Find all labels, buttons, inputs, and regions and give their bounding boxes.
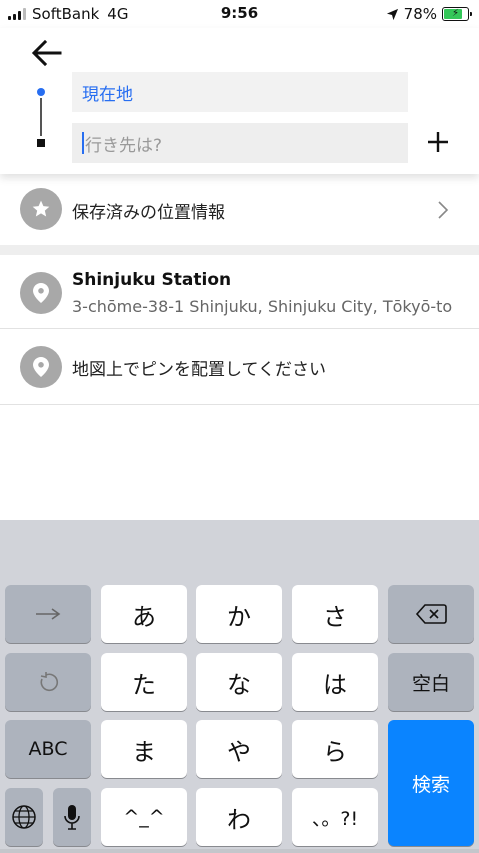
key-globe[interactable] [5, 788, 43, 846]
destination-square-icon [37, 139, 45, 147]
destination-placeholder: 行き先は? [85, 135, 163, 156]
set-pin-row[interactable]: 地図上でピンを配置してください [0, 329, 479, 405]
arrow-right-icon [36, 608, 61, 620]
key-ha[interactable]: は [292, 653, 378, 711]
japanese-keyboard: あ か さ た な は 空白 ABC ま や ら 検索 ^_^ わ 、。?! [0, 520, 479, 853]
key-na[interactable]: な [196, 653, 282, 711]
key-ya[interactable]: や [196, 720, 282, 778]
keyboard-bottom-edge [0, 849, 479, 853]
suggestion-address: 3-chōme-38-1 Shinjuku, Shinjuku City, Tō… [72, 297, 453, 316]
text-caret [82, 132, 84, 154]
key-emoticon[interactable]: ^_^ [101, 788, 187, 846]
route-connector [40, 98, 42, 136]
star-icon [20, 188, 62, 230]
key-abc[interactable]: ABC [5, 720, 91, 778]
backspace-icon [415, 604, 447, 624]
location-arrow-icon [386, 8, 398, 20]
microphone-icon [64, 805, 80, 830]
key-space[interactable]: 空白 [388, 653, 474, 711]
add-stop-button[interactable] [424, 128, 452, 156]
suggestion-title: Shinjuku Station [72, 270, 232, 290]
key-backspace[interactable] [388, 585, 474, 643]
key-undo[interactable] [5, 653, 91, 711]
chevron-right-icon [438, 201, 449, 219]
origin-value: 現在地 [82, 84, 133, 105]
destination-input[interactable]: 行き先は? [72, 123, 408, 163]
suggestion-row[interactable]: Shinjuku Station 3-chōme-38-1 Shinjuku, … [0, 255, 479, 329]
key-microphone[interactable] [53, 788, 91, 846]
key-punctuation[interactable]: 、。?! [292, 788, 378, 846]
key-ma[interactable]: ま [101, 720, 187, 778]
saved-places-row[interactable]: 保存済みの位置情報 [0, 174, 479, 245]
search-key[interactable]: 検索 [388, 720, 474, 846]
set-pin-label: 地図上でピンを配置してください [72, 360, 326, 380]
charging-bolt-icon: ⚡ [451, 7, 460, 19]
route-panel: 現在地 行き先は? [0, 28, 479, 174]
location-pin-icon [20, 346, 62, 388]
key-ta[interactable]: た [101, 653, 187, 711]
key-arrow-right[interactable] [5, 585, 91, 643]
section-divider [0, 245, 479, 255]
status-bar: SoftBank 4G 9:56 78% ⚡ [0, 0, 479, 28]
status-right: 78% ⚡ [386, 5, 472, 23]
key-wa[interactable]: わ [196, 788, 282, 846]
key-a[interactable]: あ [101, 585, 187, 643]
saved-places-label: 保存済みの位置情報 [72, 203, 225, 223]
key-ra[interactable]: ら [292, 720, 378, 778]
origin-field[interactable]: 現在地 [72, 72, 408, 112]
location-pin-icon [20, 272, 62, 314]
battery-icon: ⚡ [442, 7, 472, 21]
undo-icon [40, 672, 59, 692]
back-arrow-icon[interactable] [28, 36, 64, 70]
origin-dot-icon [37, 88, 45, 96]
key-sa[interactable]: さ [292, 585, 378, 643]
globe-icon [12, 805, 36, 829]
battery-percent: 78% [403, 5, 437, 23]
key-ka[interactable]: か [196, 585, 282, 643]
